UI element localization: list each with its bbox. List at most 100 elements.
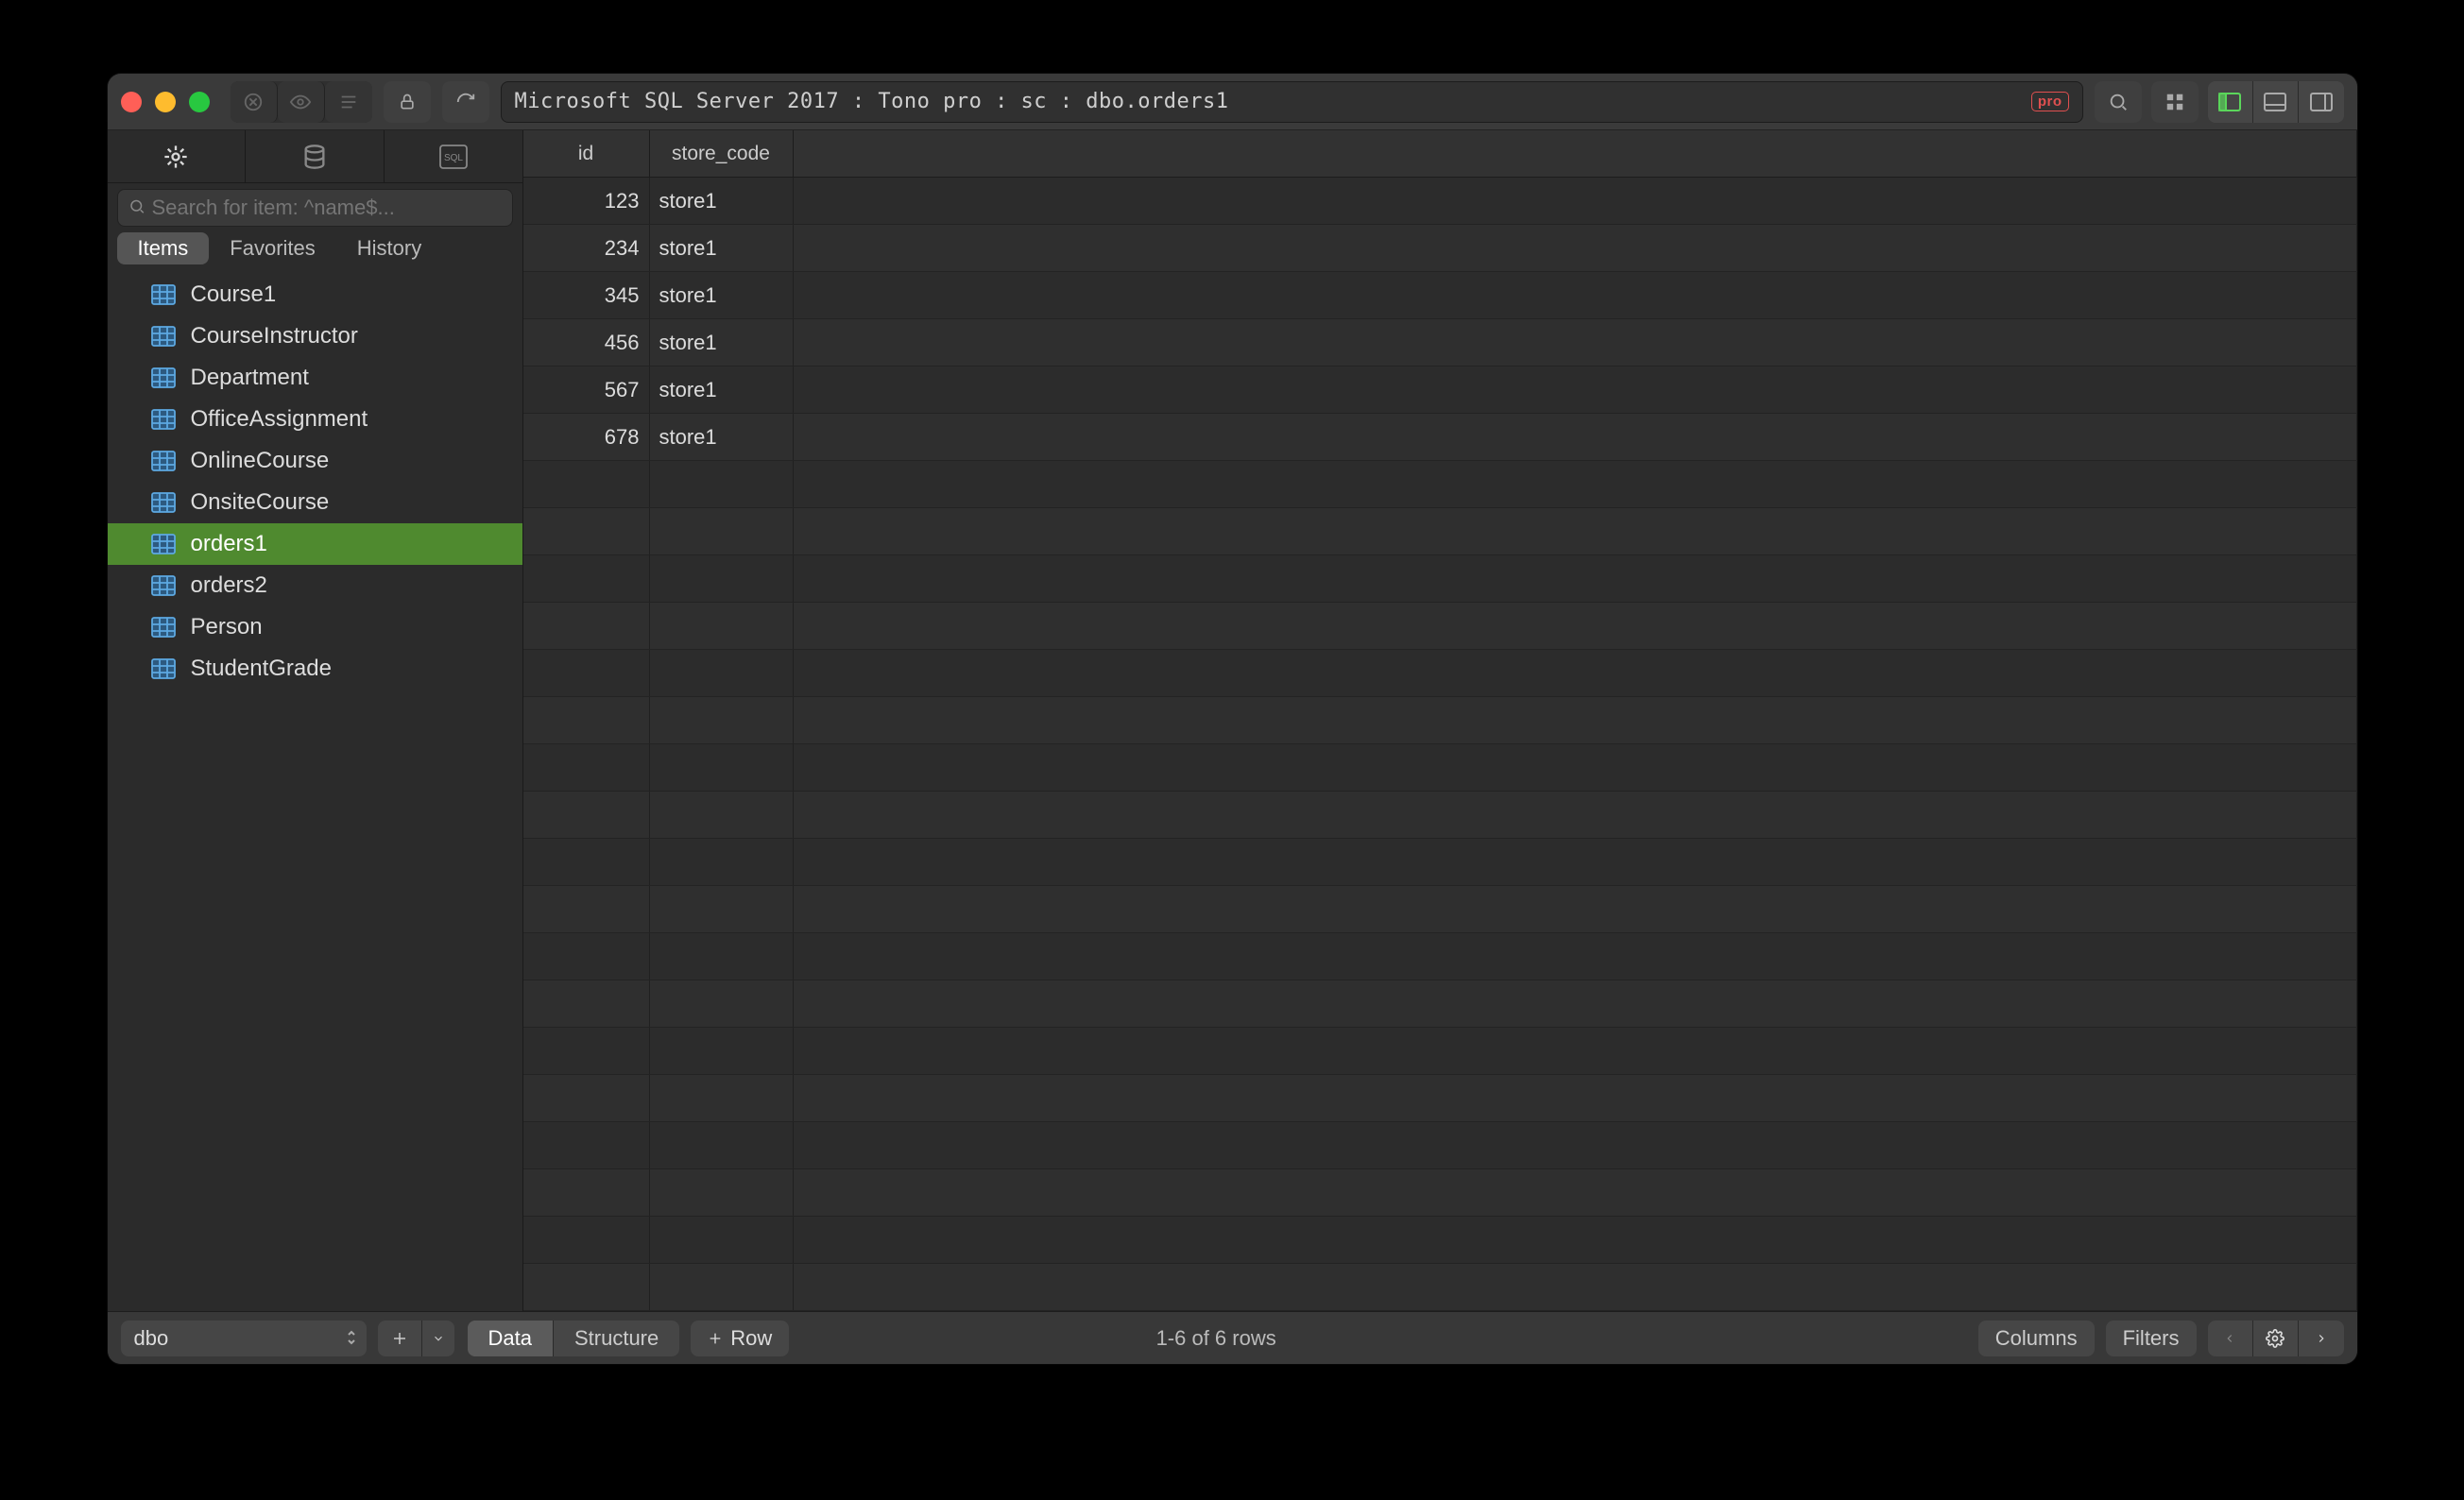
table-row[interactable]: 123store1	[523, 178, 2357, 225]
table-row[interactable]	[523, 744, 2357, 792]
cell-store-code[interactable]	[650, 1075, 794, 1121]
cell-store-code[interactable]	[650, 886, 794, 932]
cell-id[interactable]	[523, 508, 650, 554]
column-store-code[interactable]: store_code	[650, 130, 794, 177]
panel-bottom-icon[interactable]	[2253, 81, 2299, 123]
table-row[interactable]	[523, 933, 2357, 980]
cell-id[interactable]: 567	[523, 366, 650, 413]
table-row[interactable]	[523, 980, 2357, 1028]
table-row[interactable]	[523, 886, 2357, 933]
cell-id[interactable]	[523, 1028, 650, 1074]
columns-button[interactable]: Columns	[1978, 1321, 2095, 1356]
cell-store-code[interactable]	[650, 1264, 794, 1310]
table-row[interactable]	[523, 1122, 2357, 1169]
eye-icon[interactable]	[278, 81, 325, 123]
cell-id[interactable]	[523, 886, 650, 932]
sidebar-item-department[interactable]: Department	[108, 357, 522, 399]
filter-items[interactable]: Items	[117, 232, 210, 264]
maximize-window-button[interactable]	[189, 92, 210, 112]
cell-id[interactable]	[523, 1075, 650, 1121]
cell-store-code[interactable]	[650, 1028, 794, 1074]
close-window-button[interactable]	[121, 92, 142, 112]
sidebar-item-officeassignment[interactable]: OfficeAssignment	[108, 399, 522, 440]
column-id[interactable]: id	[523, 130, 650, 177]
page-prev-icon[interactable]	[2208, 1321, 2253, 1356]
cell-id[interactable]	[523, 603, 650, 649]
lock-icon[interactable]	[384, 81, 431, 123]
cell-store-code[interactable]	[650, 1122, 794, 1168]
table-row[interactable]: 345store1	[523, 272, 2357, 319]
cell-store-code[interactable]: store1	[650, 319, 794, 366]
add-row-button[interactable]: Row	[691, 1321, 789, 1356]
table-row[interactable]	[523, 1169, 2357, 1217]
cell-id[interactable]	[523, 933, 650, 980]
grid-body[interactable]: 123store1234store1345store1456store1567s…	[523, 178, 2357, 1311]
sql-tab-icon[interactable]: SQL	[385, 130, 522, 182]
cell-id[interactable]	[523, 792, 650, 838]
cell-id[interactable]	[523, 555, 650, 602]
cell-id[interactable]	[523, 650, 650, 696]
sidebar-item-orders2[interactable]: orders2	[108, 565, 522, 606]
search-input[interactable]	[117, 189, 513, 227]
cell-store-code[interactable]: store1	[650, 178, 794, 224]
cell-id[interactable]	[523, 1217, 650, 1263]
sidebar-item-person[interactable]: Person	[108, 606, 522, 648]
database-tab-icon[interactable]	[246, 130, 385, 182]
table-row[interactable]	[523, 1028, 2357, 1075]
cell-store-code[interactable]	[650, 697, 794, 743]
table-row[interactable]	[523, 1217, 2357, 1264]
cell-store-code[interactable]: store1	[650, 366, 794, 413]
cell-id[interactable]	[523, 839, 650, 885]
data-tab[interactable]: Data	[468, 1321, 554, 1356]
sidebar-item-onlinecourse[interactable]: OnlineCourse	[108, 440, 522, 482]
filter-favorites[interactable]: Favorites	[209, 232, 335, 264]
cell-store-code[interactable]	[650, 933, 794, 980]
cell-store-code[interactable]	[650, 1169, 794, 1216]
connections-tab-icon[interactable]	[108, 130, 247, 182]
table-row[interactable]: 234store1	[523, 225, 2357, 272]
minimize-window-button[interactable]	[155, 92, 176, 112]
cell-id[interactable]	[523, 1264, 650, 1310]
table-row[interactable]: 456store1	[523, 319, 2357, 366]
table-row[interactable]	[523, 603, 2357, 650]
refresh-icon[interactable]	[442, 81, 489, 123]
list-icon[interactable]	[325, 81, 372, 123]
search-icon[interactable]	[2095, 81, 2142, 123]
cell-id[interactable]	[523, 1169, 650, 1216]
table-row[interactable]	[523, 792, 2357, 839]
cell-id[interactable]	[523, 980, 650, 1027]
sidebar-item-orders1[interactable]: orders1	[108, 523, 522, 565]
cell-store-code[interactable]	[650, 603, 794, 649]
cell-id[interactable]	[523, 1122, 650, 1168]
sidebar-item-onsitecourse[interactable]: OnsiteCourse	[108, 482, 522, 523]
sidebar-item-courseinstructor[interactable]: CourseInstructor	[108, 315, 522, 357]
cell-store-code[interactable]	[650, 555, 794, 602]
cell-store-code[interactable]	[650, 1217, 794, 1263]
filter-history[interactable]: History	[336, 232, 442, 264]
cell-store-code[interactable]	[650, 461, 794, 507]
connection-path[interactable]: Microsoft SQL Server 2017 : Tono pro : s…	[501, 81, 2083, 123]
table-row[interactable]	[523, 1075, 2357, 1122]
cell-id[interactable]: 234	[523, 225, 650, 271]
cell-store-code[interactable]	[650, 980, 794, 1027]
cell-store-code[interactable]: store1	[650, 414, 794, 460]
cell-id[interactable]	[523, 461, 650, 507]
table-row[interactable]	[523, 650, 2357, 697]
cell-id[interactable]: 456	[523, 319, 650, 366]
add-menu-chevron-icon[interactable]	[422, 1321, 454, 1356]
table-row[interactable]	[523, 839, 2357, 886]
cell-store-code[interactable]	[650, 744, 794, 791]
cell-id[interactable]	[523, 697, 650, 743]
cell-store-code[interactable]: store1	[650, 272, 794, 318]
cancel-icon[interactable]	[231, 81, 278, 123]
cell-store-code[interactable]	[650, 650, 794, 696]
add-button[interactable]	[378, 1321, 422, 1356]
cell-store-code[interactable]: store1	[650, 225, 794, 271]
table-row[interactable]	[523, 697, 2357, 744]
table-row[interactable]	[523, 508, 2357, 555]
cell-store-code[interactable]	[650, 792, 794, 838]
cell-id[interactable]	[523, 744, 650, 791]
table-row[interactable]	[523, 555, 2357, 603]
grid-icon[interactable]	[2151, 81, 2199, 123]
sidebar-item-studentgrade[interactable]: StudentGrade	[108, 648, 522, 690]
